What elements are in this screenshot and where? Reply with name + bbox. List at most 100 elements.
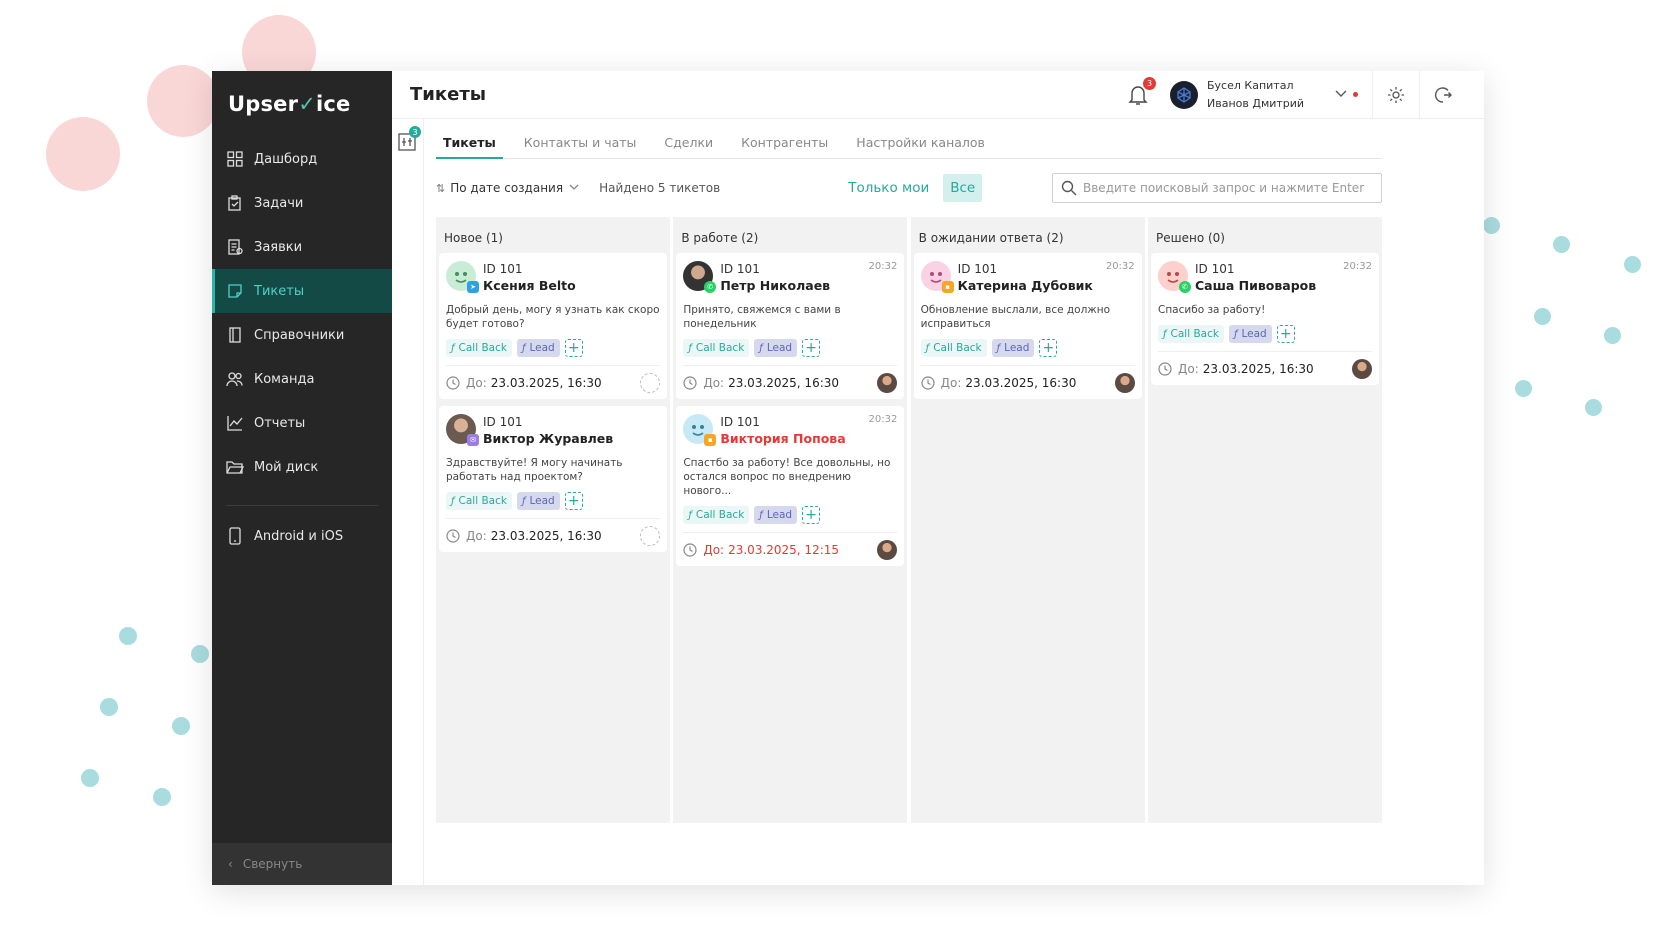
tab-contacts[interactable]: Контакты и чаты [517,135,644,159]
tags: ƒ Call Back ƒ Lead + [446,339,660,357]
sidebar-item-mobile[interactable]: Android и iOS [212,514,392,558]
decor-dot [1534,308,1551,325]
sort-dropdown[interactable]: ⇅ По дате создания [436,181,579,195]
add-tag-button[interactable]: + [802,506,821,524]
column-title: Новое (1) [444,231,503,245]
logout-button[interactable] [1420,71,1466,119]
assign-user-button[interactable] [640,373,660,393]
company-avatar[interactable] [1170,80,1198,109]
chat-icon: ▪ [941,281,954,293]
column-new: Новое (1) ➤ ID 101 Ксения Belto Добрый д… [436,217,670,823]
add-tag-button[interactable]: + [1039,339,1058,357]
tab-counterparties[interactable]: Контрагенты [734,135,835,159]
ticket-card[interactable]: ✆ ID 101 Саша Пивоваров 20:32 Спасибо за… [1150,253,1379,385]
chevron-left-icon: ‹ [228,857,233,871]
tag-label: Lead [766,509,793,521]
ticket-card[interactable]: ✉ ID 101 Виктор Журавлев Здравствуйте! Я… [439,406,667,552]
search-box[interactable] [1052,173,1382,203]
tag-lead[interactable]: ƒ Lead [754,339,798,357]
sidebar-item-disk[interactable]: Мой диск [212,445,392,489]
ticket-card[interactable]: ▪ ID 101 Катерина Дубовик 20:32 Обновлен… [913,253,1142,399]
clipboard-icon [226,194,244,212]
divider [226,505,378,506]
logo[interactable]: Upser ✓ ice [212,71,392,137]
assignee-avatar[interactable] [877,540,898,560]
ticket-card[interactable]: ➤ ID 101 Ксения Belto Добрый день, могу … [439,253,667,399]
tag-callback[interactable]: ƒ Call Back [920,339,987,357]
decor-dot [81,769,99,787]
tags: ƒ Call Back ƒ Lead + [683,339,897,357]
tab-deals[interactable]: Сделки [657,135,720,159]
user-info[interactable]: Бусел Капитал Иванов Дмитрий [1207,77,1335,113]
search-input[interactable] [1083,181,1373,195]
sidebar: Upser ✓ ice Дашборд Задачи Заявки Тикеты С… [212,71,392,885]
card-header: ✉ ID 101 Виктор Журавлев [446,414,660,448]
leaf-icon: ƒ [521,342,526,354]
tab-tickets[interactable]: Тикеты [436,135,503,159]
avatar: ✉ [446,414,479,446]
sidebar-item-label: Тикеты [254,283,305,299]
column-title: Решено (0) [1155,231,1225,245]
card-names: ID 101 Ксения Belto [483,261,660,295]
sidebar-item-team[interactable]: Команда [212,357,392,401]
all-button[interactable]: Все [943,174,983,202]
add-tag-button[interactable]: + [564,492,583,510]
add-tag-button[interactable]: + [564,339,583,357]
book-icon [226,326,244,344]
leaf-icon: ƒ [688,509,692,521]
tag-callback[interactable]: ƒ Call Back [1157,325,1224,343]
tag-callback[interactable]: ƒ Call Back [446,492,512,510]
chevron-down-icon[interactable] [1335,88,1347,101]
assignee-avatar[interactable] [877,373,898,393]
page-title: Тикеты [410,84,487,105]
sidebar-item-directories[interactable]: Справочники [212,313,392,357]
assignee-avatar[interactable] [1114,373,1135,393]
decor-dot [191,645,209,663]
sidebar-item-dashboard[interactable]: Дашборд [212,137,392,181]
tag-lead[interactable]: ƒ Lead [991,339,1035,357]
clock-icon [683,376,697,390]
sidebar-item-requests[interactable]: Заявки [212,225,392,269]
settings-button[interactable] [1373,71,1419,119]
tag-lead[interactable]: ƒ Lead [516,492,560,510]
assign-user-button[interactable] [640,526,660,546]
status-dot [1353,92,1358,97]
contact-name: Ксения Belto [483,278,576,293]
only-mine-button[interactable]: Только мои [848,180,929,196]
folder-icon [226,458,244,476]
clock-icon [446,529,460,543]
sidebar-item-tasks[interactable]: Задачи [212,181,392,225]
ticket-id: ID 101 [957,262,998,276]
tag-lead[interactable]: ƒ Lead [516,339,560,357]
tag-label: Call Back [695,509,745,521]
avatar: ✆ [683,261,717,293]
tag-lead[interactable]: ƒ Lead [1228,325,1272,343]
ticket-card[interactable]: ▪ ID 101 Виктория Попова 20:32 Спастбо з… [676,406,905,566]
mail-icon: ✉ [467,434,479,446]
decor-dot [147,65,219,137]
add-tag-button[interactable]: + [1276,325,1295,343]
card-footer: До: 23.03.2025, 16:30 [1157,351,1372,379]
sidebar-item-label: Дашборд [254,151,318,167]
assignee-avatar[interactable] [1351,359,1372,379]
main-area: Тикеты 3 Бусел Капитал Иванов Дмитрий 3 … [392,70,1484,885]
team-icon [226,370,244,388]
user-name: Иванов Дмитрий [1207,96,1305,110]
ticket-card[interactable]: ✆ ID 101 Петр Николаев 20:32 Принято, св… [676,253,905,399]
sidebar-item-tickets[interactable]: Тикеты [212,269,392,313]
tag-callback[interactable]: ƒ Call Back [683,506,750,524]
sidebar-item-reports[interactable]: Отчеты [212,401,392,445]
chevron-down-icon [569,183,579,193]
tag-lead[interactable]: ƒ Lead [754,506,798,524]
notifications-button[interactable]: 3 [1128,76,1156,106]
decor-dot [1624,256,1641,273]
tag-callback[interactable]: ƒ Call Back [446,339,512,357]
avatar: ✆ [1157,261,1191,293]
tag-callback[interactable]: ƒ Call Back [683,339,750,357]
collapse-sidebar-button[interactable]: ‹ Свернуть [212,843,392,885]
card-footer: До: 23.03.2025, 12:15 [683,532,898,560]
add-tag-button[interactable]: + [802,339,821,357]
sidebar-item-label: Отчеты [254,415,306,431]
tab-channel-settings[interactable]: Настройки каналов [849,135,992,159]
column-title: В работе (2) [681,231,759,245]
